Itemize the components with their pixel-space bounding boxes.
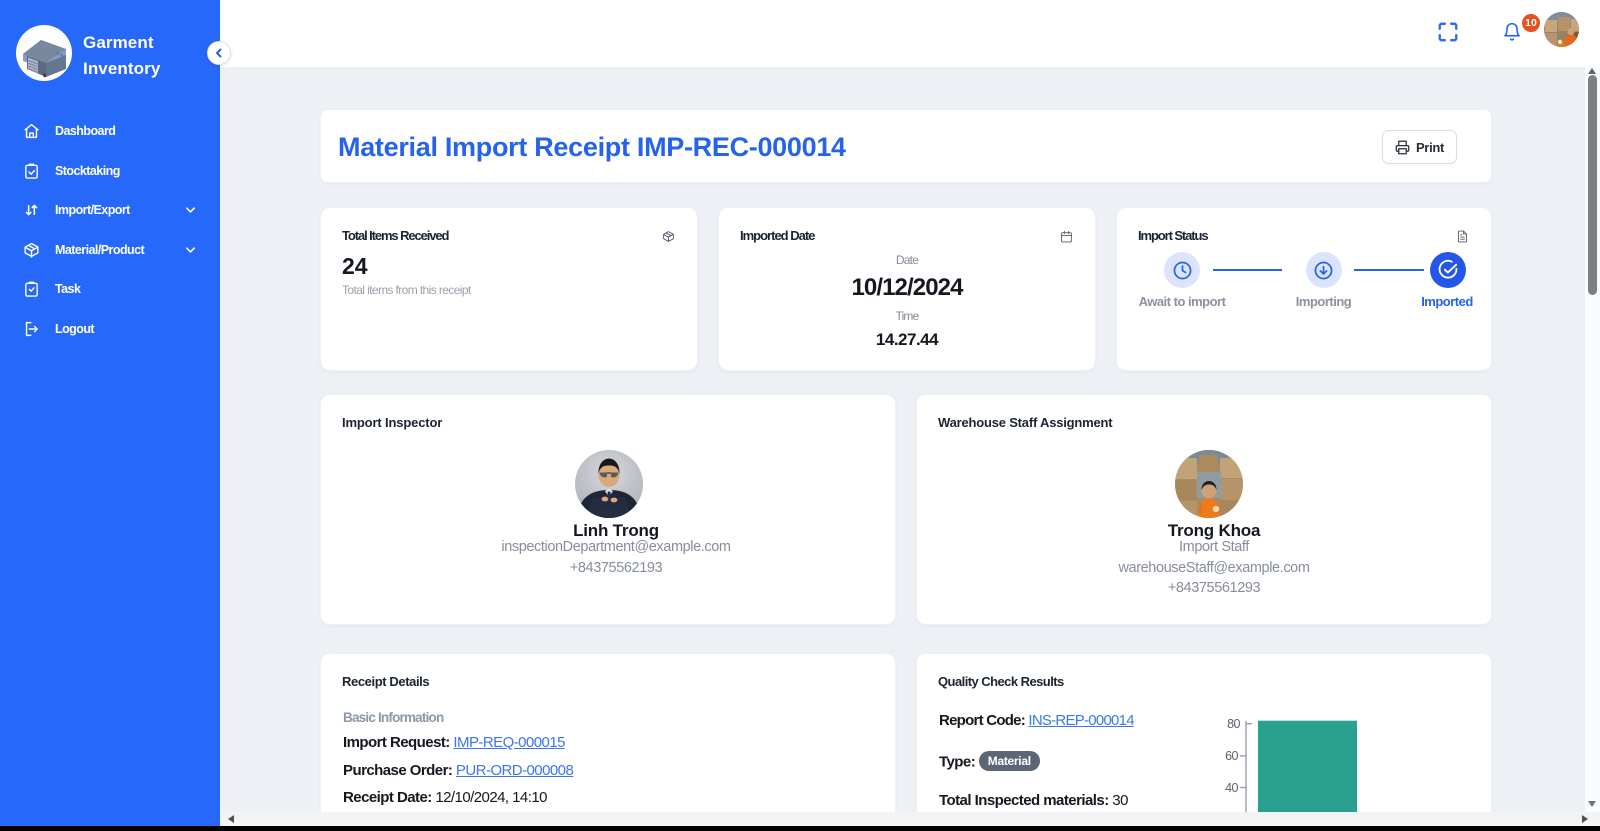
svg-text:60: 60 <box>1225 749 1238 763</box>
svg-text:40: 40 <box>1225 781 1238 795</box>
svg-text:80: 80 <box>1227 717 1240 731</box>
